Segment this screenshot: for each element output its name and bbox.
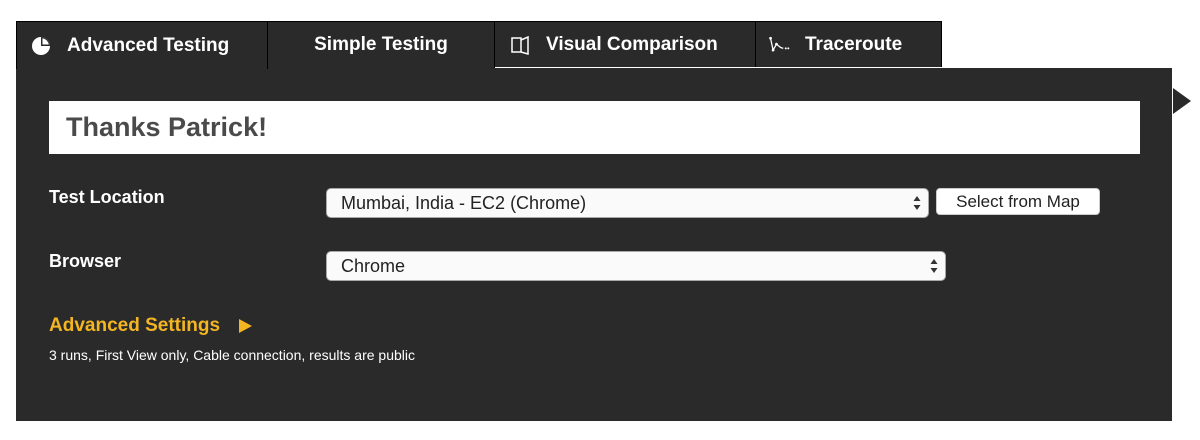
test-location-select[interactable]: Mumbai, India - EC2 (Chrome) [326, 188, 929, 218]
test-location-value: Mumbai, India - EC2 (Chrome) [341, 192, 587, 213]
select-arrows-icon [930, 259, 938, 273]
browser-label: Browser [49, 251, 122, 271]
tab-advanced-testing[interactable]: Advanced Testing [16, 21, 268, 69]
tab-label: Visual Comparison [546, 33, 718, 55]
tab-visual-comparison[interactable]: Visual Comparison [494, 21, 756, 67]
test-type-tabs: Advanced Testing Simple Testing Visual C… [16, 21, 942, 69]
advanced-settings-label: Advanced Settings [49, 315, 221, 336]
test-location-label: Test Location [49, 187, 165, 207]
browser-select[interactable]: Chrome [326, 251, 946, 281]
tab-simple-testing[interactable]: Simple Testing [267, 21, 495, 68]
tab-label: Simple Testing [314, 34, 448, 55]
tab-label: Traceroute [805, 33, 903, 55]
advanced-settings-toggle[interactable]: Advanced Settings [49, 315, 253, 337]
traceroute-icon [768, 34, 790, 56]
greeting-text: Thanks Patrick! [66, 112, 268, 142]
panel-edge-arrow [1173, 88, 1191, 114]
expand-arrow-icon [239, 319, 253, 333]
select-from-map-button[interactable]: Select from Map [936, 188, 1100, 215]
tab-traceroute[interactable]: Traceroute [755, 21, 942, 67]
tab-label: Advanced Testing [67, 34, 230, 56]
compare-pages-icon [509, 34, 531, 56]
test-settings-panel: Thanks Patrick! Test Location Mumbai, In… [16, 68, 1172, 421]
settings-summary: 3 runs, First View only, Cable connectio… [49, 347, 415, 363]
browser-value: Chrome [341, 255, 406, 276]
greeting-banner: Thanks Patrick! [49, 101, 1140, 154]
pie-chart-icon [30, 35, 52, 57]
select-arrows-icon [913, 196, 921, 210]
